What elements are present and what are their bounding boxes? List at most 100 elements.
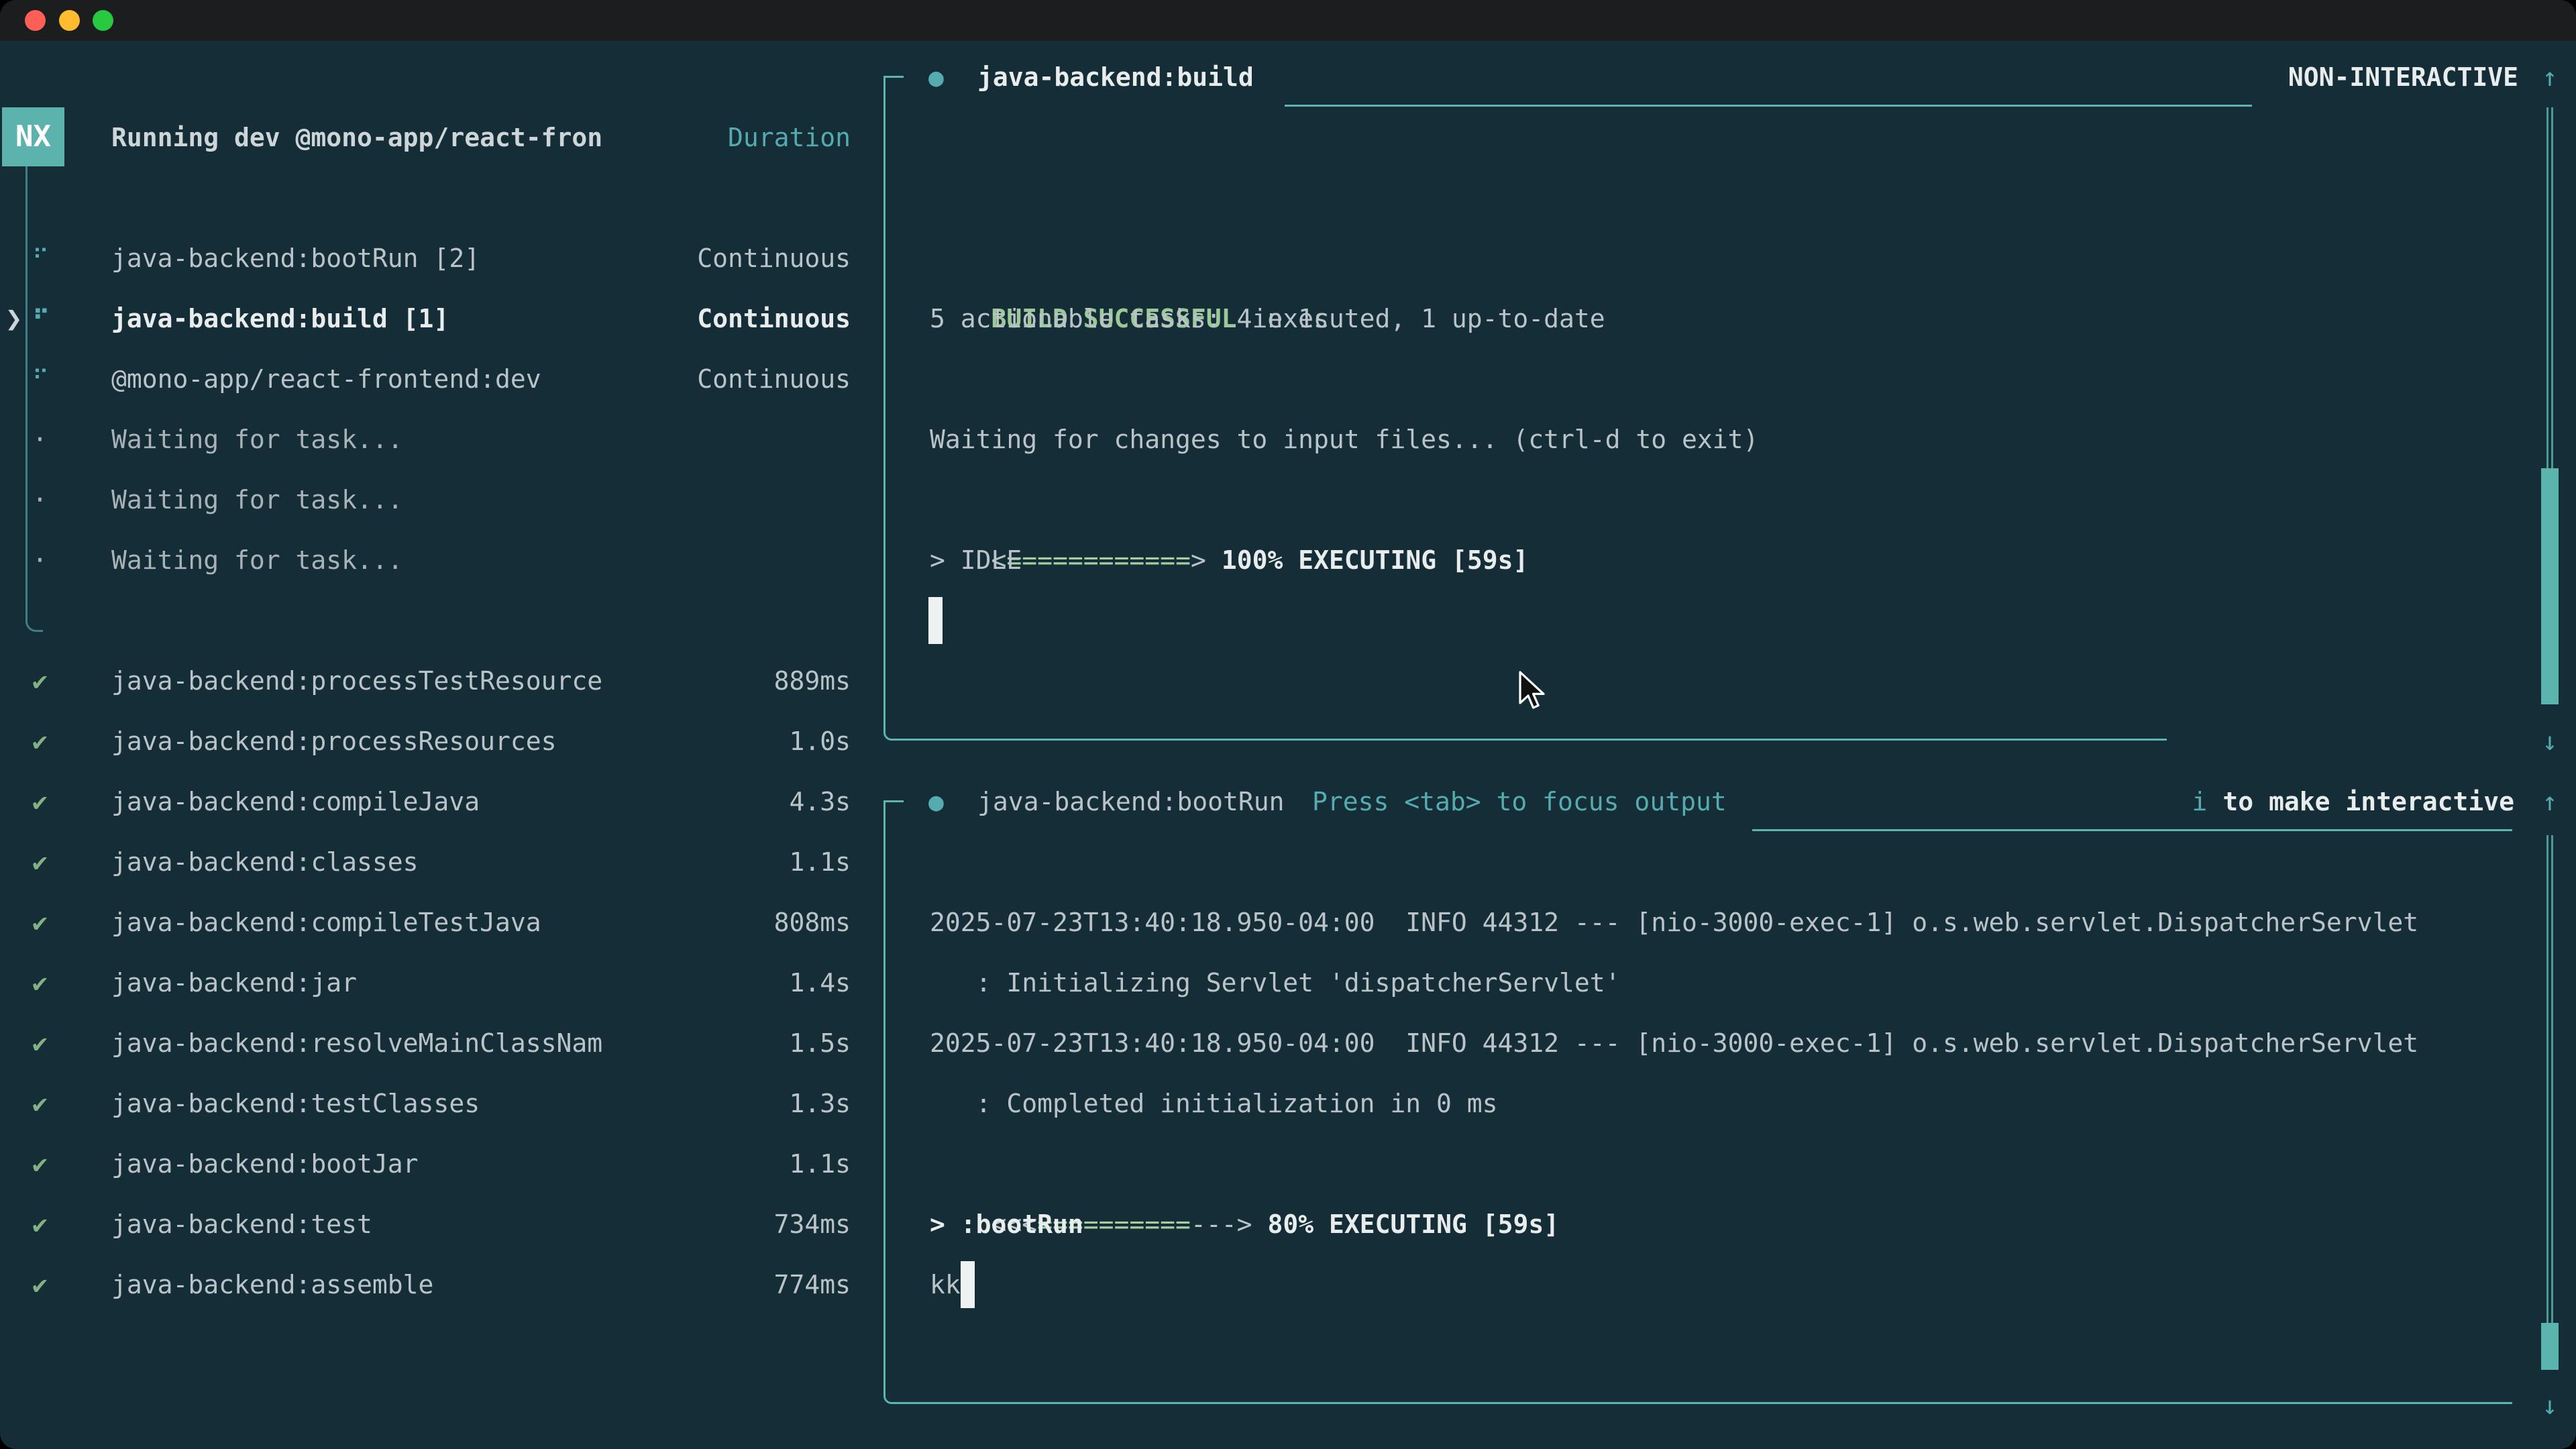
progress-dashes: --- [1191,1210,1237,1239]
check-icon: ✔ [32,771,111,832]
idle-line: > IDLE [930,530,1022,590]
spinner-icon: ⠋ [32,349,111,409]
task-duration: 1.0s [789,711,851,771]
task-label: java-backend:compileTestJava [111,892,774,953]
task-row-done[interactable]: ✔ java-backend:processTestResource 889ms [32,651,851,711]
build-output-panel-border [883,76,2167,741]
bootrun-prompt-line: > :bootRun [930,1194,1083,1254]
stdin-input-text[interactable]: kk [930,1254,961,1315]
task-duration: Continuous [697,288,851,349]
progress-label: 80% EXECUTING [59s] [1267,1210,1559,1239]
log-line: 2025-07-23T13:40:18.950-04:00 INFO 44312… [930,1013,2418,1073]
keyboard-hints: quit: q help: ? [682,1375,851,1436]
bootrun-panel-title[interactable]: java-backend:bootRun [977,771,1285,832]
bootrun-panel-title-rule [1752,829,2512,831]
zoom-button[interactable] [93,10,113,31]
spinner-icon: ⠋ [32,228,111,288]
task-row-done[interactable]: ✔ java-backend:processResources 1.0s [32,711,851,771]
spinner-icon: ⠋ [32,288,111,349]
check-icon: ✔ [32,1013,111,1073]
task-row-done[interactable]: ✔ java-backend:testClasses 1.3s [32,1073,851,1134]
interactive-hint: i to make interactive [2131,711,2514,771]
task-label: Waiting for task... [111,530,851,590]
waiting-dot-icon: · [32,409,111,470]
task-duration: 4.3s [789,771,851,832]
task-duration: 1.4s [789,953,851,1013]
duration-column-header: Duration [728,107,851,168]
close-button[interactable] [25,10,46,31]
build-panel-bullet-icon: ● [928,47,944,107]
task-label: java-backend:assemble [111,1254,774,1315]
scroll-down-icon[interactable]: ↓ [2533,711,2567,771]
task-row-done[interactable]: ✔ java-backend:test 734ms [32,1194,851,1254]
window-titlebar [0,0,2576,41]
task-label: java-backend:classes [111,832,789,892]
log-line: : Completed initialization in 0 ms [930,1073,1497,1134]
task-list-title: Running dev @mono-app/react-fron [111,107,602,168]
task-row-done[interactable]: ✔ java-backend:jar 1.4s [32,953,851,1013]
task-label: java-backend:processResources [111,711,789,771]
task-row-done[interactable]: ✔ java-backend:assemble 774ms [32,1254,851,1315]
scroll-down-icon[interactable]: ↓ [2533,1375,2567,1436]
task-row-done[interactable]: ✔ java-backend:compileJava 4.3s [32,771,851,832]
scrollbar-track[interactable] [2546,835,2553,1368]
waiting-dot-icon: · [32,470,111,530]
waiting-dot-icon: · [32,530,111,590]
check-icon: ✔ [32,953,111,1013]
progress-close: > [1191,545,1206,575]
log-line: : Initializing Servlet 'dispatcherServle… [930,953,1621,1013]
build-result-line: BUILD SUCCESSFUL in 1s [930,228,1329,288]
task-row[interactable]: ⠋ java-backend:bootRun [2] Continuous [32,228,851,288]
task-label: java-backend:resolveMainClassNam [111,1013,789,1073]
task-duration: 1.1s [789,1134,851,1194]
check-icon: ✔ [32,1073,111,1134]
check-icon: ✔ [32,711,111,771]
task-duration: 1.5s [789,1013,851,1073]
bootrun-panel-bullet-icon: ● [928,771,944,832]
task-row-done[interactable]: ✔ java-backend:classes 1.1s [32,832,851,892]
check-icon: ✔ [32,892,111,953]
task-duration: 1.1s [789,832,851,892]
progress-close: > [1237,1210,1252,1239]
task-row-done[interactable]: ✔ java-backend:resolveMainClassNam 1.5s [32,1013,851,1073]
progress-label: 100% EXECUTING [59s] [1222,545,1529,575]
task-row-waiting[interactable]: · Waiting for task... [32,409,851,470]
actionable-tasks-line: 5 actionable tasks: 4 executed, 1 up-to-… [930,288,1605,349]
task-label: java-backend:jar [111,953,789,1013]
check-icon: ✔ [32,1194,111,1254]
minimize-button[interactable] [59,10,80,31]
terminal-window: NX Running dev @mono-app/react-fron Dura… [0,0,2576,1449]
selected-task-arrow-icon: ❯ [5,288,22,349]
scroll-up-icon[interactable]: ↑ [2533,771,2567,832]
task-row-done[interactable]: ✔ java-backend:bootJar 1.1s [32,1134,851,1194]
non-interactive-badge: NON-INTERACTIVE [2288,47,2518,107]
task-label: Waiting for task... [111,409,851,470]
mouse-cursor [1517,671,1552,712]
build-panel-title-rule [1285,105,2252,107]
task-label: java-backend:bootRun [2] [111,228,697,288]
scroll-up-icon[interactable]: ↑ [2533,47,2567,107]
task-label: java-backend:testClasses [111,1073,789,1134]
task-label: java-backend:compileJava [111,771,789,832]
check-icon: ✔ [32,832,111,892]
check-icon: ✔ [32,1134,111,1194]
task-label: java-backend:bootJar [111,1134,789,1194]
task-label: Waiting for task... [111,470,851,530]
task-duration: 808ms [774,892,851,953]
task-label: @mono-app/react-frontend:dev [111,349,697,409]
task-duration: Continuous [697,228,851,288]
waiting-for-changes-line: Waiting for changes to input files... (c… [930,409,1758,470]
task-row[interactable]: ⠋ @mono-app/react-frontend:dev Continuou… [32,349,851,409]
task-row-waiting[interactable]: · Waiting for task... [32,470,851,530]
pagination: ← 1/2 → [32,1375,201,1436]
check-icon: ✔ [32,651,111,711]
log-line: 2025-07-23T13:40:18.950-04:00 INFO 44312… [930,892,2418,953]
bootrun-progress-bar: <<<==========--->80% EXECUTING [59s] [930,1134,1559,1194]
task-row-done[interactable]: ✔ java-backend:compileTestJava 808ms [32,892,851,953]
terminal-cursor [961,1261,975,1308]
task-row-waiting[interactable]: · Waiting for task... [32,530,851,590]
scrollbar-thumb[interactable] [2541,468,2559,704]
task-row-selected[interactable]: ⠋ java-backend:build [1] Continuous [32,288,851,349]
build-panel-title[interactable]: java-backend:build [977,47,1254,107]
scrollbar-thumb[interactable] [2541,1323,2559,1370]
